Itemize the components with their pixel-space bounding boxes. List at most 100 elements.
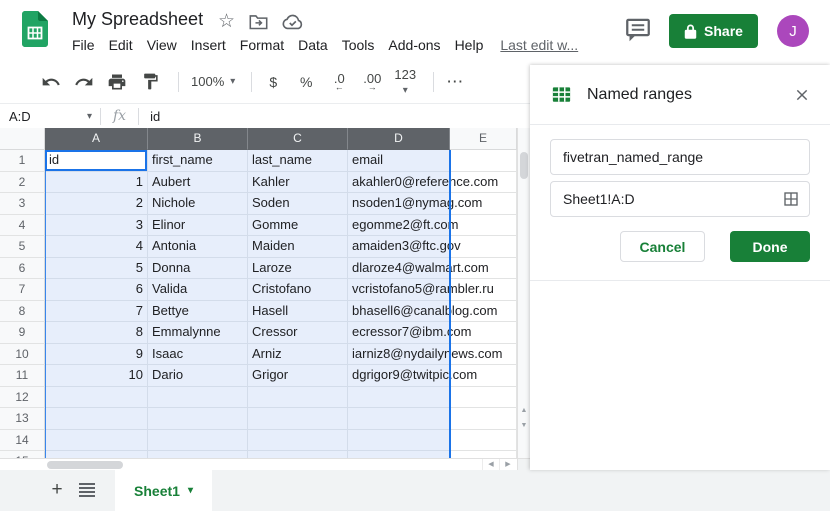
decrease-decimal-button[interactable]: .0 ← — [326, 69, 352, 95]
cell-B3[interactable]: Nichole — [148, 193, 248, 215]
cell-D12[interactable] — [348, 387, 450, 409]
menu-item-view[interactable]: View — [140, 35, 184, 55]
horizontal-scrollbar-thumb[interactable] — [47, 461, 123, 469]
range-ref-input[interactable] — [550, 181, 810, 217]
column-header-d[interactable]: D — [348, 128, 450, 150]
cell-E14[interactable] — [450, 430, 517, 452]
cell-B12[interactable] — [148, 387, 248, 409]
cell-B6[interactable]: Donna — [148, 258, 248, 280]
menu-item-help[interactable]: Help — [448, 35, 491, 55]
document-title[interactable]: My Spreadsheet — [72, 9, 203, 30]
cell-A13[interactable] — [45, 408, 148, 430]
cell-B4[interactable]: Elinor — [148, 215, 248, 237]
cell-B5[interactable]: Antonia — [148, 236, 248, 258]
zoom-select[interactable]: 100% ▾ — [187, 74, 239, 89]
cell-C13[interactable] — [248, 408, 348, 430]
undo-button[interactable] — [38, 69, 64, 95]
comment-history-icon[interactable] — [624, 17, 652, 43]
redo-button[interactable] — [71, 69, 97, 95]
cell-A15[interactable] — [45, 451, 148, 458]
cell-A3[interactable]: 2 — [45, 193, 148, 215]
scroll-up-icon[interactable]: ▲ — [518, 404, 530, 418]
row-header-2[interactable]: 2 — [0, 172, 45, 194]
scroll-right-icon[interactable]: ▶ — [499, 459, 516, 470]
cell-E13[interactable] — [450, 408, 517, 430]
cell-D7[interactable]: vcristofano5@rambler.ru — [348, 279, 450, 301]
cell-A1[interactable]: id — [45, 150, 148, 172]
add-sheet-button[interactable]: + — [46, 479, 68, 501]
cell-C9[interactable]: Cressor — [248, 322, 348, 344]
cell-A10[interactable]: 9 — [45, 344, 148, 366]
cell-D2[interactable]: akahler0@reference.com — [348, 172, 450, 194]
menu-item-edit[interactable]: Edit — [102, 35, 140, 55]
cell-C3[interactable]: Soden — [248, 193, 348, 215]
cell-A11[interactable]: 10 — [45, 365, 148, 387]
row-header-3[interactable]: 3 — [0, 193, 45, 215]
format-percent-button[interactable]: % — [293, 69, 319, 95]
cell-D5[interactable]: amaiden3@ftc.gov — [348, 236, 450, 258]
cell-C11[interactable]: Grigor — [248, 365, 348, 387]
cell-D14[interactable] — [348, 430, 450, 452]
menu-item-insert[interactable]: Insert — [184, 35, 233, 55]
cell-D1[interactable]: email — [348, 150, 450, 172]
cell-D3[interactable]: nsoden1@nymag.com — [348, 193, 450, 215]
row-header-15[interactable]: 15 — [0, 451, 45, 458]
cell-A5[interactable]: 4 — [45, 236, 148, 258]
move-to-folder-icon[interactable] — [249, 14, 268, 30]
row-header-7[interactable]: 7 — [0, 279, 45, 301]
cell-B8[interactable]: Bettye — [148, 301, 248, 323]
cell-A9[interactable]: 8 — [45, 322, 148, 344]
cell-A12[interactable] — [45, 387, 148, 409]
last-edit-link[interactable]: Last edit w... — [500, 37, 578, 53]
print-button[interactable] — [104, 69, 130, 95]
menu-item-add-ons[interactable]: Add-ons — [381, 35, 447, 55]
column-header-e[interactable]: E — [450, 128, 517, 150]
cell-D10[interactable]: iarniz8@nydailynews.com — [348, 344, 450, 366]
cell-A8[interactable]: 7 — [45, 301, 148, 323]
cell-D9[interactable]: ecressor7@ibm.com — [348, 322, 450, 344]
cancel-button[interactable]: Cancel — [620, 231, 705, 262]
row-header-12[interactable]: 12 — [0, 387, 45, 409]
row-header-13[interactable]: 13 — [0, 408, 45, 430]
more-toolbar-button[interactable]: ⋯ — [442, 69, 468, 95]
menu-item-file[interactable]: File — [65, 35, 102, 55]
menu-item-data[interactable]: Data — [291, 35, 335, 55]
menu-item-tools[interactable]: Tools — [335, 35, 382, 55]
share-button[interactable]: Share — [669, 14, 758, 48]
scroll-left-icon[interactable]: ◀ — [482, 459, 499, 470]
cell-C12[interactable] — [248, 387, 348, 409]
cell-E15[interactable] — [450, 451, 517, 458]
cell-B9[interactable]: Emmalynne — [148, 322, 248, 344]
increase-decimal-button[interactable]: .00 → — [359, 69, 385, 95]
row-header-9[interactable]: 9 — [0, 322, 45, 344]
horizontal-scrollbar[interactable]: ◀ ▶ — [0, 458, 517, 470]
column-header-c[interactable]: C — [248, 128, 348, 150]
cell-C4[interactable]: Gomme — [248, 215, 348, 237]
row-header-8[interactable]: 8 — [0, 301, 45, 323]
row-header-6[interactable]: 6 — [0, 258, 45, 280]
cell-B15[interactable] — [148, 451, 248, 458]
cell-E4[interactable] — [450, 215, 517, 237]
cell-A2[interactable]: 1 — [45, 172, 148, 194]
range-name-input[interactable] — [550, 139, 810, 175]
name-box[interactable]: A:D ▾ — [0, 109, 100, 124]
cell-D13[interactable] — [348, 408, 450, 430]
row-header-4[interactable]: 4 — [0, 215, 45, 237]
cell-C6[interactable]: Laroze — [248, 258, 348, 280]
cell-A4[interactable]: 3 — [45, 215, 148, 237]
row-header-11[interactable]: 11 — [0, 365, 45, 387]
cell-E12[interactable] — [450, 387, 517, 409]
done-button[interactable]: Done — [730, 231, 810, 262]
cell-C10[interactable]: Arniz — [248, 344, 348, 366]
cloud-saved-icon[interactable] — [282, 14, 304, 30]
formula-input[interactable]: id — [139, 109, 160, 124]
row-header-10[interactable]: 10 — [0, 344, 45, 366]
close-icon[interactable] — [794, 87, 810, 103]
cell-D4[interactable]: egomme2@ft.com — [348, 215, 450, 237]
cell-A14[interactable] — [45, 430, 148, 452]
row-header-14[interactable]: 14 — [0, 430, 45, 452]
cell-A6[interactable]: 5 — [45, 258, 148, 280]
sheets-logo-icon[interactable] — [22, 11, 48, 47]
cell-A7[interactable]: 6 — [45, 279, 148, 301]
cell-C14[interactable] — [248, 430, 348, 452]
